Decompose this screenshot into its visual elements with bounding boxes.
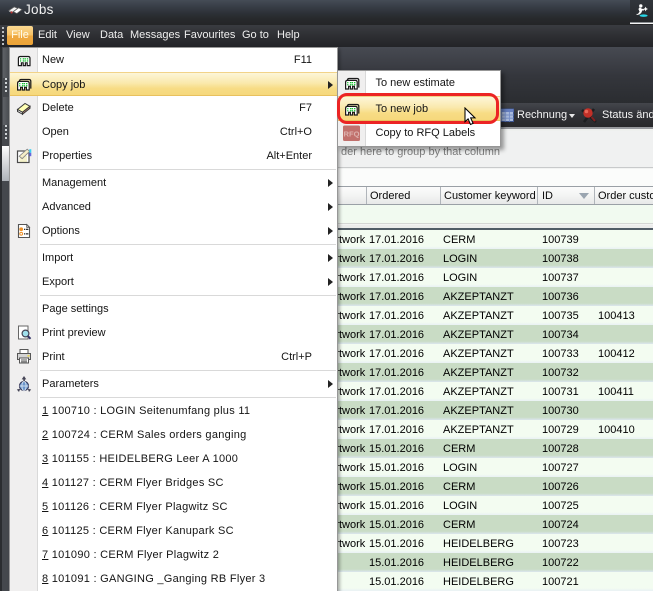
svg-text:RFQ: RFQ bbox=[343, 129, 359, 138]
